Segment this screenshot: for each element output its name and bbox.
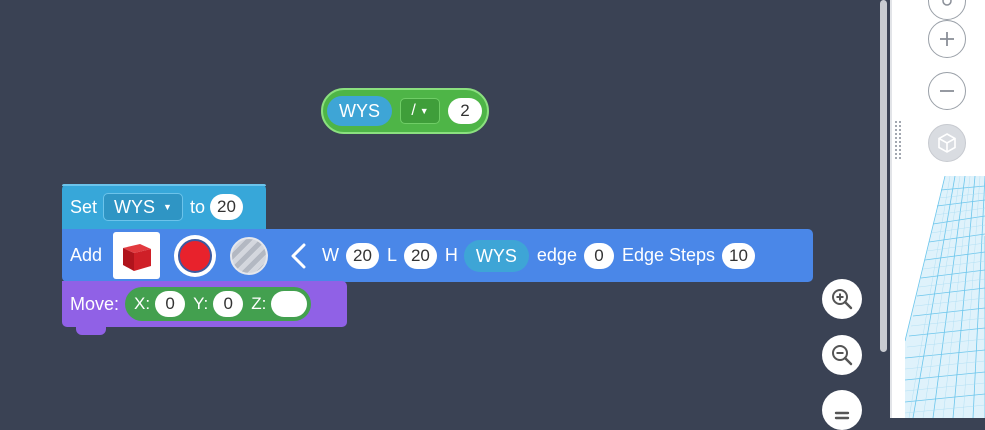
- home-icon: [942, 0, 952, 6]
- length-label: L: [386, 245, 397, 265]
- zoom-out-button[interactable]: [822, 335, 862, 375]
- width-input[interactable]: 20: [346, 242, 379, 269]
- operator-dropdown[interactable]: / ▼: [400, 98, 441, 124]
- set-variable-block[interactable]: Set WYS ▼ to 20: [62, 184, 266, 230]
- build-plate-grid: [905, 176, 985, 418]
- plus-icon: [940, 32, 954, 46]
- y-input[interactable]: 0: [213, 291, 244, 317]
- view-zoom-in-button[interactable]: [928, 20, 966, 58]
- y-label: Y:: [193, 294, 209, 313]
- add-shape-block[interactable]: Add W 20 L 20 H WYS edge 0 Edge Steps 10: [62, 229, 813, 282]
- edge-input[interactable]: 0: [583, 242, 614, 269]
- add-label: Add: [70, 245, 103, 265]
- view-zoom-out-button[interactable]: [928, 72, 966, 110]
- move-label: Move:: [70, 293, 120, 314]
- z-input[interactable]: [271, 291, 308, 317]
- zoom-in-icon: [832, 289, 853, 310]
- color-swatch: [178, 238, 213, 273]
- blocks-workspace[interactable]: WYS / ▼ 2 Set WYS ▼ to 20 Add W 20 L 20 …: [0, 0, 890, 430]
- variable-reporter-wys[interactable]: WYS: [327, 96, 393, 126]
- view-cube-button[interactable]: [928, 124, 966, 162]
- panel-divider: [890, 0, 892, 418]
- edge-label: edge: [536, 245, 577, 265]
- x-label: X:: [134, 294, 151, 313]
- red-cube-icon: [122, 243, 151, 271]
- set-label: Set: [70, 196, 98, 217]
- operand-input[interactable]: 2: [448, 98, 483, 124]
- set-value-input[interactable]: 20: [209, 194, 243, 220]
- shape-picker[interactable]: [113, 232, 161, 279]
- variable-dropdown[interactable]: WYS ▼: [103, 193, 183, 221]
- math-divide-block[interactable]: WYS / ▼ 2: [321, 88, 489, 134]
- zoom-in-button[interactable]: [822, 279, 862, 319]
- workspace-scrollbar[interactable]: [878, 0, 890, 418]
- move-block[interactable]: Move: X: 0 Y: 0 Z:: [62, 281, 347, 335]
- scrollbar-thumb[interactable]: [880, 0, 887, 352]
- hole-toggle[interactable]: [230, 236, 269, 275]
- height-label: H: [444, 245, 458, 265]
- operator-value: /: [411, 102, 416, 119]
- to-label: to: [189, 196, 205, 217]
- height-variable-reporter[interactable]: WYS: [463, 239, 529, 272]
- caret-down-icon: ▼: [419, 106, 429, 116]
- color-picker[interactable]: [174, 234, 217, 277]
- recenter-icon: [834, 411, 850, 420]
- zoom-out-icon: [832, 345, 853, 366]
- edge-steps-input[interactable]: 10: [722, 242, 755, 269]
- recenter-button[interactable]: [822, 390, 862, 430]
- minus-icon: [940, 90, 954, 92]
- x-input[interactable]: 0: [155, 291, 186, 317]
- resize-grip-icon[interactable]: [894, 120, 902, 160]
- collapse-chevron-icon[interactable]: [288, 241, 310, 271]
- view-cube-icon: [938, 133, 956, 153]
- xyz-coordinates: X: 0 Y: 0 Z:: [125, 287, 312, 321]
- variable-dropdown-value: WYS: [114, 196, 156, 217]
- length-input[interactable]: 20: [403, 242, 437, 269]
- edge-steps-label: Edge Steps: [621, 245, 716, 265]
- caret-down-icon: ▼: [163, 202, 172, 212]
- width-label: W: [322, 245, 340, 265]
- z-label: Z:: [251, 294, 267, 313]
